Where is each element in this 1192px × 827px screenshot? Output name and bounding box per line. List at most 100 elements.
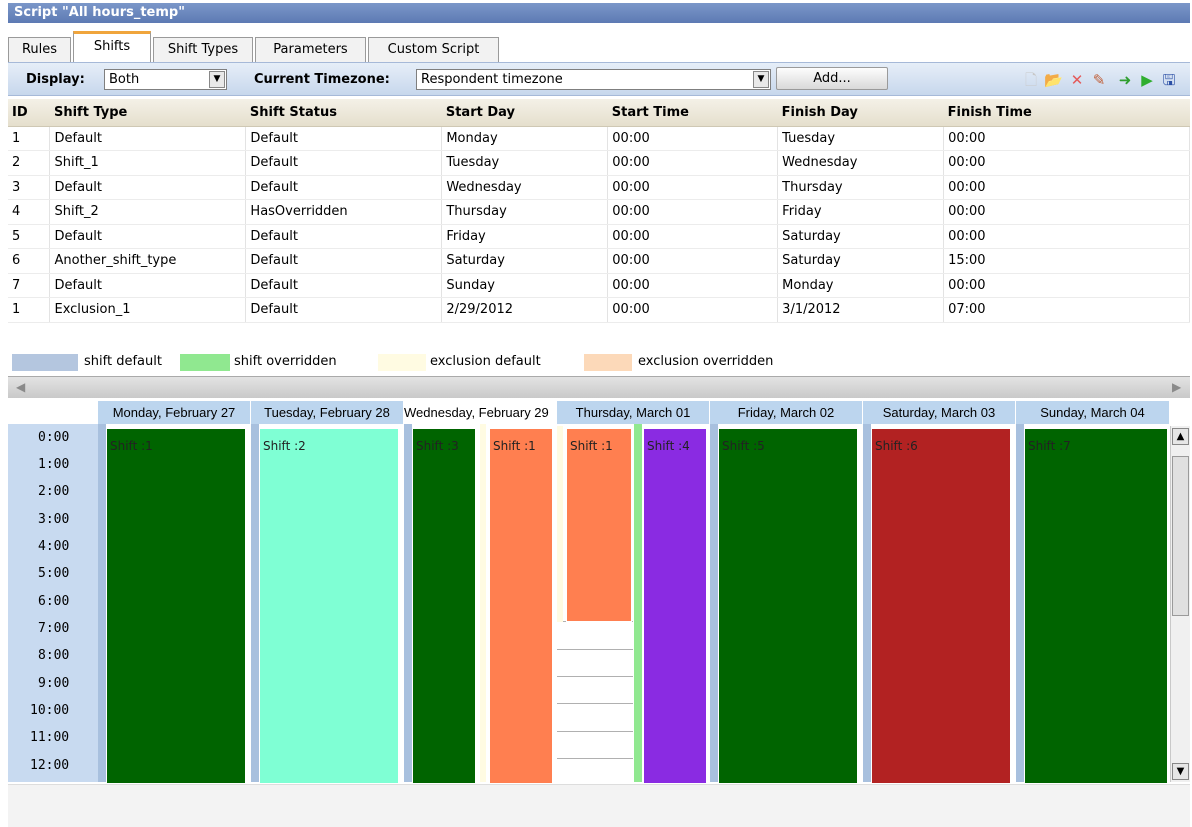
tab-shifts[interactable]: Shifts: [73, 31, 151, 62]
shift-overridden-stripe: [634, 424, 642, 782]
table-cell: Saturday: [441, 248, 609, 274]
shift-default-stripe: [1016, 424, 1024, 782]
export-icon[interactable]: ➜: [1116, 71, 1134, 89]
shift-block[interactable]: Shift :4: [643, 428, 707, 784]
table-row[interactable]: 6 Another_shift_type Default Saturday 00…: [8, 248, 1190, 274]
legend-label: exclusion default: [430, 354, 541, 369]
tab-bar: Rules Shifts Shift Types Parameters Cust…: [8, 31, 1190, 62]
time-label: 8:00: [38, 648, 70, 663]
column-header[interactable]: Start Day: [441, 99, 608, 127]
tab-custom-script[interactable]: Custom Script: [368, 37, 499, 62]
table-cell: 00:00: [607, 248, 779, 274]
table-row[interactable]: 4 Shift_2 HasOverridden Thursday 00:00 F…: [8, 199, 1190, 225]
add-button[interactable]: Add...: [776, 67, 888, 90]
time-label: 2:00: [38, 484, 70, 499]
table-row[interactable]: 7 Default Default Sunday 00:00 Monday 00…: [8, 273, 1190, 298]
calendar-vertical-scrollbar[interactable]: ▲ ▼: [1170, 426, 1190, 782]
save-icon[interactable]: 🖫: [1160, 71, 1178, 89]
tab-shift-types[interactable]: Shift Types: [153, 37, 253, 62]
delete-icon[interactable]: ✕: [1068, 71, 1086, 89]
tab-parameters[interactable]: Parameters: [255, 37, 366, 62]
legend-swatch-exclusion-default: [378, 354, 426, 371]
shift-block[interactable]: Shift :7: [1024, 428, 1168, 784]
shift-block[interactable]: Shift :5: [718, 428, 858, 784]
display-select[interactable]: Both ▼: [104, 69, 227, 90]
clear-icon[interactable]: ✎: [1090, 71, 1108, 89]
table-cell: 00:00: [607, 273, 779, 298]
exclusion-block[interactable]: Shift :1: [489, 428, 553, 784]
table-cell: 00:00: [607, 175, 779, 200]
table-row[interactable]: 5 Default Default Friday 00:00 Saturday …: [8, 224, 1190, 249]
legend-swatch-shift-default: [12, 354, 78, 371]
display-value: Both: [109, 72, 140, 87]
column-header[interactable]: Finish Time: [943, 99, 1190, 127]
table-cell: 2: [8, 150, 51, 176]
scroll-down-icon[interactable]: ▼: [1172, 763, 1189, 780]
table-cell: Tuesday: [777, 126, 945, 151]
scroll-right-icon[interactable]: ▶: [1172, 380, 1181, 394]
table-cell: Default: [49, 273, 247, 298]
tab-rules[interactable]: Rules: [8, 37, 71, 62]
scroll-left-icon[interactable]: ◀: [16, 380, 25, 394]
table-row[interactable]: 2 Shift_1 Default Tuesday 00:00 Wednesda…: [8, 150, 1190, 176]
shift-block[interactable]: Shift :3: [412, 428, 476, 784]
table-cell: Shift_2: [49, 199, 247, 225]
day-header[interactable]: Monday, February 27: [98, 401, 251, 424]
column-header[interactable]: Finish Day: [777, 99, 944, 127]
table-header-row: ID Shift Type Shift Status Start Day Sta…: [8, 99, 1190, 127]
scroll-up-icon[interactable]: ▲: [1172, 428, 1189, 445]
table-cell: Another_shift_type: [49, 248, 247, 274]
table-cell: Thursday: [777, 175, 945, 200]
run-icon[interactable]: ▶: [1138, 71, 1156, 89]
display-label: Display:: [26, 72, 85, 87]
shift-block[interactable]: Shift :1: [106, 428, 246, 784]
table-row[interactable]: 1 Default Default Monday 00:00 Tuesday 0…: [8, 126, 1190, 151]
calendar-horizontal-scrollbar[interactable]: ◀ ▶: [8, 376, 1190, 398]
table-cell: Exclusion_1: [49, 297, 247, 323]
column-header[interactable]: Start Time: [607, 99, 778, 127]
table-cell: 1: [8, 126, 51, 151]
exclusion-block[interactable]: Shift :1: [566, 428, 632, 622]
legend-swatch-exclusion-overridden: [584, 354, 632, 371]
bottom-panel: [8, 784, 1190, 827]
timezone-select[interactable]: Respondent timezone ▼: [416, 69, 771, 90]
hour-gridline: [557, 649, 633, 650]
table-cell: Wednesday: [441, 175, 609, 200]
day-header[interactable]: Thursday, March 01: [557, 401, 710, 424]
table-cell: Default: [245, 273, 443, 298]
open-folder-icon[interactable]: 📂: [1044, 71, 1063, 89]
table-cell: 00:00: [943, 273, 1190, 298]
table-cell: Saturday: [777, 224, 945, 249]
table-cell: 5: [8, 224, 51, 249]
table-cell: HasOverridden: [245, 199, 443, 225]
legend-swatch-shift-overridden: [180, 354, 230, 371]
column-header[interactable]: Shift Type: [49, 99, 246, 127]
day-header[interactable]: Sunday, March 04: [1016, 401, 1170, 424]
shift-table: ID Shift Type Shift Status Start Day Sta…: [8, 99, 1190, 323]
scrollbar-thumb[interactable]: [1172, 456, 1189, 616]
window-title: Script "All hours_temp": [8, 3, 1190, 23]
time-label: 0:00: [38, 430, 70, 445]
table-row[interactable]: 1 Exclusion_1 Default 2/29/2012 00:00 3/…: [8, 297, 1190, 323]
day-header[interactable]: Saturday, March 03: [863, 401, 1016, 424]
table-cell: Default: [49, 126, 247, 151]
table-cell: 00:00: [607, 297, 779, 323]
chevron-down-icon[interactable]: ▼: [209, 71, 225, 88]
shift-block[interactable]: Shift :2: [259, 428, 399, 784]
toolbar: Display: Both ▼ Current Timezone: Respon…: [8, 62, 1190, 96]
table-cell: Default: [49, 175, 247, 200]
day-header[interactable]: Tuesday, February 28: [251, 401, 404, 424]
shift-block[interactable]: Shift :6: [871, 428, 1011, 784]
chevron-down-icon[interactable]: ▼: [753, 71, 769, 88]
column-header[interactable]: ID: [8, 99, 50, 127]
day-header-active[interactable]: Wednesday, February 29: [404, 401, 557, 424]
table-cell: Default: [245, 150, 443, 176]
exclusion-default-stripe: [557, 426, 563, 622]
hour-gridline: [557, 676, 633, 677]
new-document-icon[interactable]: 🗋: [1022, 71, 1040, 89]
day-header[interactable]: Friday, March 02: [710, 401, 863, 424]
shift-default-stripe: [404, 424, 412, 782]
table-row[interactable]: 3 Default Default Wednesday 00:00 Thursd…: [8, 175, 1190, 200]
time-label: 5:00: [38, 566, 70, 581]
column-header[interactable]: Shift Status: [245, 99, 442, 127]
